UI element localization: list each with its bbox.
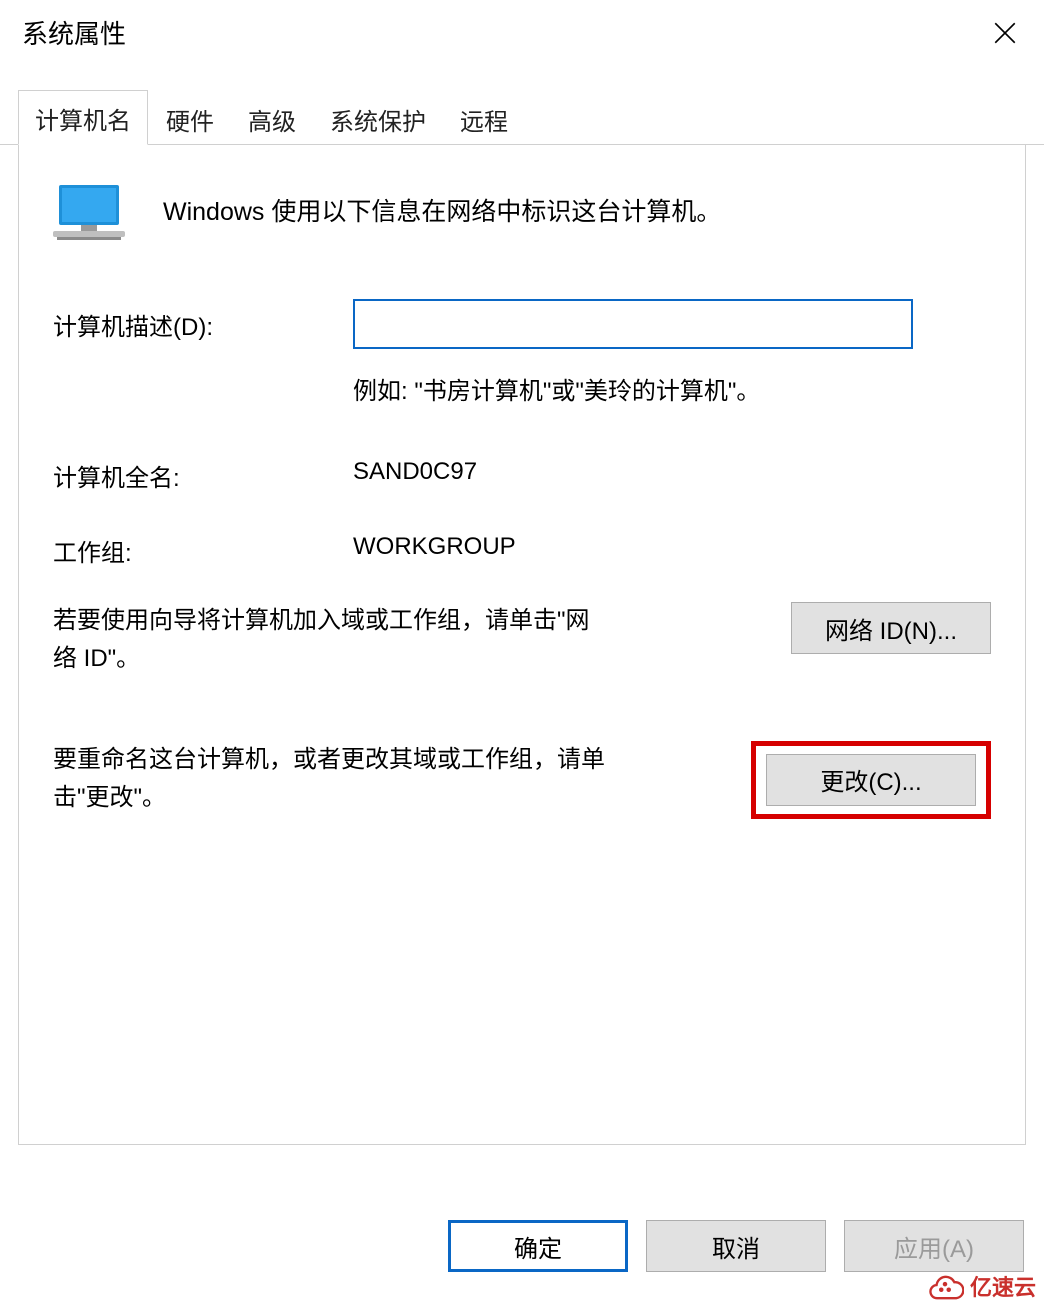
description-input[interactable] — [353, 299, 913, 349]
tab-advanced[interactable]: 高级 — [232, 92, 312, 145]
change-highlight: 更改(C)... — [751, 741, 991, 819]
watermark: 亿速云 — [926, 1270, 1036, 1302]
tab-computer-name[interactable]: 计算机名 — [18, 90, 148, 145]
close-icon — [992, 20, 1018, 46]
network-id-block: 若要使用向导将计算机加入域或工作组，请单击"网络 ID"。 网络 ID(N)..… — [53, 602, 991, 679]
workgroup-row: 工作组: WORKGROUP — [53, 525, 991, 568]
ok-button[interactable]: 确定 — [448, 1220, 628, 1272]
full-name-label: 计算机全名: — [53, 450, 353, 493]
title-bar: 系统属性 — [0, 0, 1044, 61]
network-id-text: 若要使用向导将计算机加入域或工作组，请单击"网络 ID"。 — [53, 602, 613, 679]
description-label: 计算机描述(D): — [53, 299, 353, 342]
change-button[interactable]: 更改(C)... — [766, 754, 976, 806]
tab-panel: Windows 使用以下信息在网络中标识这台计算机。 计算机描述(D): 例如:… — [18, 145, 1026, 1145]
close-button[interactable] — [988, 16, 1022, 50]
change-block: 要重命名这台计算机，或者更改其域或工作组，请单击"更改"。 更改(C)... — [53, 741, 991, 819]
intro-row: Windows 使用以下信息在网络中标识这台计算机。 — [53, 183, 991, 243]
apply-button[interactable]: 应用(A) — [844, 1220, 1024, 1272]
tab-strip: 计算机名 硬件 高级 系统保护 远程 — [0, 89, 1044, 145]
dialog-footer: 确定 取消 应用(A) — [448, 1220, 1024, 1272]
workgroup-value: WORKGROUP — [353, 525, 516, 568]
full-name-value: SAND0C97 — [353, 450, 477, 493]
network-id-button[interactable]: 网络 ID(N)... — [791, 602, 991, 654]
computer-icon — [53, 183, 125, 243]
tab-hardware[interactable]: 硬件 — [150, 92, 230, 145]
description-row: 计算机描述(D): — [53, 299, 991, 349]
change-text: 要重命名这台计算机，或者更改其域或工作组，请单击"更改"。 — [53, 741, 613, 818]
intro-text: Windows 使用以下信息在网络中标识这台计算机。 — [163, 194, 721, 232]
full-name-row: 计算机全名: SAND0C97 — [53, 450, 991, 493]
cancel-button[interactable]: 取消 — [646, 1220, 826, 1272]
workgroup-label: 工作组: — [53, 525, 353, 568]
tab-system-protection[interactable]: 系统保护 — [314, 92, 442, 145]
description-example: 例如: "书房计算机"或"美玲的计算机"。 — [353, 371, 991, 406]
watermark-text: 亿速云 — [970, 1270, 1036, 1302]
cloud-icon — [926, 1271, 964, 1301]
window-title: 系统属性 — [22, 14, 126, 51]
tab-remote[interactable]: 远程 — [444, 92, 524, 145]
